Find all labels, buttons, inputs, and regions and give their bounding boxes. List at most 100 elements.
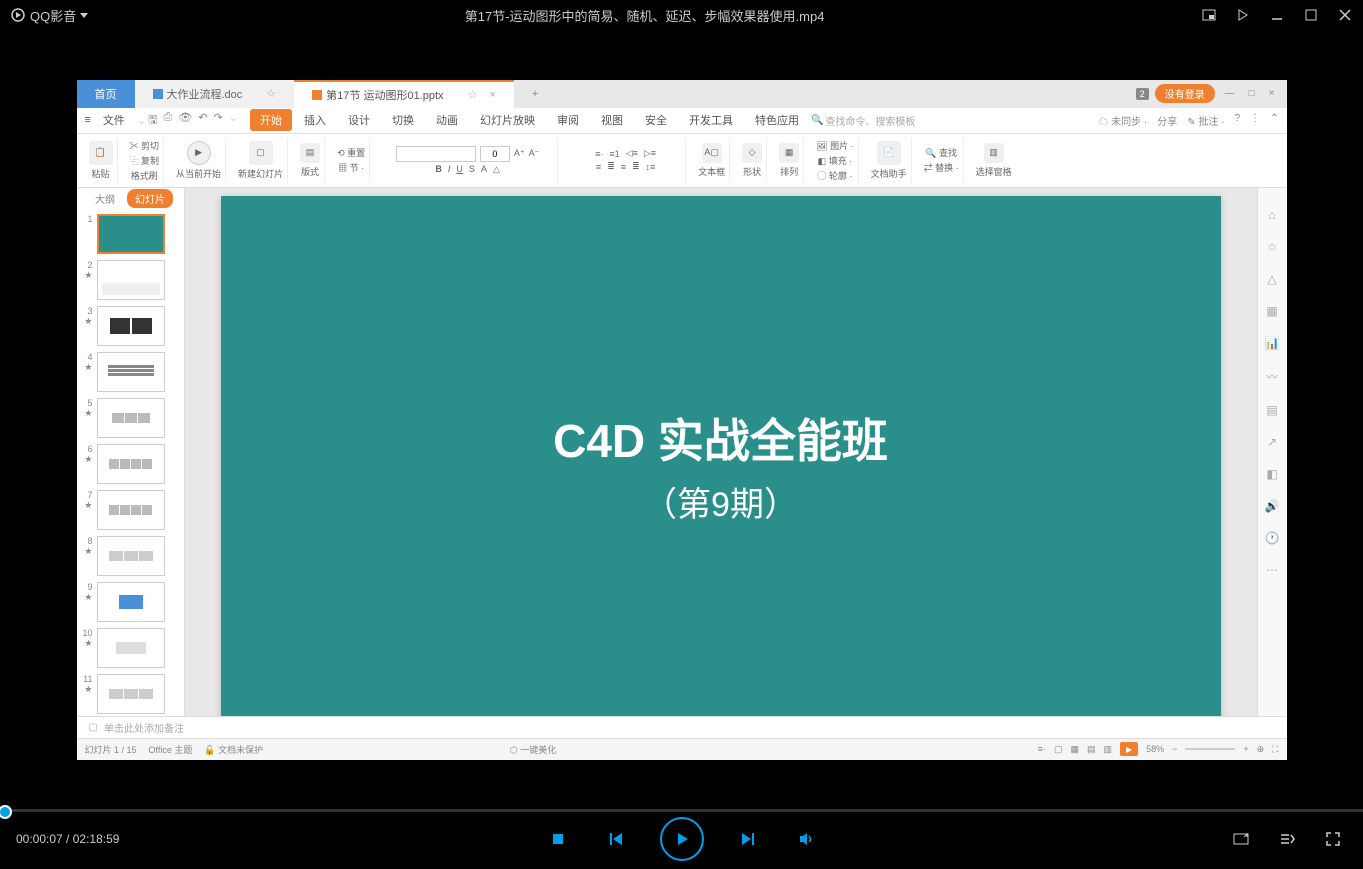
view-notes-icon[interactable]: ≡· xyxy=(1038,744,1046,754)
underline-icon[interactable]: U xyxy=(456,164,463,174)
thumb-4[interactable] xyxy=(97,352,165,392)
minimize-icon[interactable] xyxy=(1269,7,1285,23)
italic-icon[interactable]: I xyxy=(448,164,451,174)
expand-icon[interactable]: ⌃ xyxy=(1270,113,1278,128)
reset-button[interactable]: ⟲ 重置 xyxy=(337,146,365,159)
dropdown-icon[interactable] xyxy=(80,11,88,19)
preview-icon[interactable]: 👁 xyxy=(178,111,192,130)
view-reading-icon[interactable]: ▤ xyxy=(1087,744,1096,755)
pin-icon[interactable] xyxy=(1235,7,1251,23)
strike-icon[interactable]: S xyxy=(469,164,475,174)
section-button[interactable]: ▦ 节 · xyxy=(338,161,364,174)
menu-icon[interactable]: ≡ xyxy=(85,114,91,126)
layout-icon[interactable]: ▤ xyxy=(300,143,320,163)
menu-review[interactable]: 审阅 xyxy=(547,109,589,131)
line-spacing-icon[interactable]: ↕≡ xyxy=(646,162,656,172)
doc-helper-icon[interactable]: 📄 xyxy=(877,141,901,165)
view-normal-icon[interactable]: ▢ xyxy=(1054,744,1063,755)
stop-button[interactable] xyxy=(544,825,572,853)
zoom-slider[interactable] xyxy=(1185,748,1235,750)
image-button[interactable]: 🖼 图片 · xyxy=(816,139,853,152)
fullscreen-button[interactable] xyxy=(1319,825,1347,853)
outline-button[interactable]: ◯ 轮廓 · xyxy=(817,169,852,182)
thumb-6[interactable] xyxy=(97,444,165,484)
view-show-icon[interactable]: ▥ xyxy=(1104,744,1113,755)
current-slide[interactable]: C4D 实战全能班 （第9期） xyxy=(221,196,1221,716)
pip-icon[interactable] xyxy=(1201,7,1217,23)
close-icon[interactable] xyxy=(1337,7,1353,23)
replace-button[interactable]: ⇄ 替换 · xyxy=(924,161,959,174)
prev-button[interactable] xyxy=(602,825,630,853)
next-button[interactable] xyxy=(734,825,762,853)
align-right-icon[interactable]: ≡ xyxy=(621,162,626,172)
wps-tab-home[interactable]: 首页 xyxy=(77,80,135,108)
maximize-icon[interactable] xyxy=(1303,7,1319,23)
search-placeholder[interactable]: 查找命令、搜索模板 xyxy=(825,113,915,128)
find-button[interactable]: 🔍 查找 xyxy=(925,146,957,159)
slide-thumbnails[interactable]: 1 2★ 3★ 4★ 5★ 6★ 7★ 8★ 9★ 10★ 11★ + xyxy=(77,210,184,716)
rb-history-icon[interactable]: 🕐 xyxy=(1265,531,1280,545)
textbox-icon[interactable]: A▢ xyxy=(702,143,722,163)
font-dec-icon[interactable]: A⁻ xyxy=(529,148,540,159)
slide-canvas[interactable]: C4D 实战全能班 （第9期） xyxy=(185,188,1257,716)
playlist-button[interactable] xyxy=(1273,825,1301,853)
print-icon[interactable]: ⎙ xyxy=(164,111,173,130)
menu-start[interactable]: 开始 xyxy=(250,109,292,131)
copy-button[interactable]: ⿻ 复制 xyxy=(130,154,160,167)
view-sorter-icon[interactable]: ▦ xyxy=(1071,744,1080,755)
align-left-icon[interactable]: ≡ xyxy=(596,162,601,172)
align-center-icon[interactable]: ≣ xyxy=(607,161,615,172)
wps-tab-doc[interactable]: 大作业流程.doc ☆ xyxy=(135,80,295,108)
arrange-icon[interactable]: ▦ xyxy=(779,143,799,163)
fullscreen-icon[interactable]: ⛶ xyxy=(1272,744,1278,755)
doc-protect[interactable]: 🔓 文档未保护 xyxy=(204,743,263,756)
panel-tab-slides[interactable]: 幻灯片 xyxy=(127,189,173,208)
rb-table-icon[interactable]: ▤ xyxy=(1266,403,1277,417)
bold-icon[interactable]: B xyxy=(435,164,442,174)
wps-min-icon[interactable]: — xyxy=(1221,88,1239,99)
font-size-input[interactable] xyxy=(480,146,510,162)
menu-view[interactable]: 视图 xyxy=(591,109,633,131)
progress-bar[interactable] xyxy=(0,809,1363,812)
menu-animation[interactable]: 动画 xyxy=(426,109,468,131)
format-label[interactable]: 格式刷 xyxy=(131,169,158,182)
thumb-7[interactable] xyxy=(97,490,165,530)
more-icon[interactable]: ⋮ xyxy=(1250,113,1260,128)
beautify-button[interactable]: ⬡ 一键美化 xyxy=(510,743,556,756)
zoom-out-icon[interactable]: − xyxy=(1172,744,1177,754)
thumb-8[interactable] xyxy=(97,536,165,576)
menu-insert[interactable]: 插入 xyxy=(294,109,336,131)
play-button[interactable] xyxy=(660,817,704,861)
thumb-3[interactable] xyxy=(97,306,165,346)
thumb-5[interactable] xyxy=(97,398,165,438)
rb-external-icon[interactable]: ↗ xyxy=(1267,435,1277,449)
wps-close-icon[interactable]: × xyxy=(1265,88,1279,99)
cut-button[interactable]: ✂ 剪切 xyxy=(130,139,160,152)
rb-alert-icon[interactable]: △ xyxy=(1267,272,1276,286)
bullets-icon[interactable]: ≡· xyxy=(595,149,603,159)
indent-inc-icon[interactable]: ▷≡ xyxy=(644,148,656,159)
help-icon[interactable]: ? xyxy=(1235,113,1241,128)
menu-devtools[interactable]: 开发工具 xyxy=(679,109,743,131)
menu-file[interactable]: 文件 xyxy=(93,109,135,131)
numbers-icon[interactable]: ≡1 xyxy=(609,149,619,159)
thumb-1[interactable] xyxy=(97,214,165,254)
menu-security[interactable]: 安全 xyxy=(635,109,677,131)
justify-icon[interactable]: ≣ xyxy=(632,161,640,172)
rb-along-icon[interactable]: 〰 xyxy=(1266,368,1278,385)
rb-more-icon[interactable]: ⋯ xyxy=(1266,563,1278,577)
thumb-10[interactable] xyxy=(97,628,165,668)
video-area[interactable]: 首页 大作业流程.doc ☆ 第17节 运动图形01.pptx ☆ × + 2 … xyxy=(0,30,1363,809)
thumb-9[interactable] xyxy=(97,582,165,622)
thumb-2[interactable] xyxy=(97,260,165,300)
indent-dec-icon[interactable]: ◁≡ xyxy=(626,148,638,159)
slideshow-button[interactable]: ▶ xyxy=(1120,742,1138,756)
volume-button[interactable] xyxy=(792,825,820,853)
panel-tab-outline[interactable]: 大纲 xyxy=(87,189,123,208)
comment-button[interactable]: ✎ 批注 · xyxy=(1187,113,1224,128)
rb-home-icon[interactable]: ⌂ xyxy=(1268,208,1275,222)
undo-icon[interactable]: ↶ xyxy=(198,111,207,130)
rb-chart-icon[interactable]: 📊 xyxy=(1265,336,1280,350)
fill-button[interactable]: ◧ 填充 · xyxy=(818,154,853,167)
shape-icon[interactable]: ◇ xyxy=(742,143,762,163)
